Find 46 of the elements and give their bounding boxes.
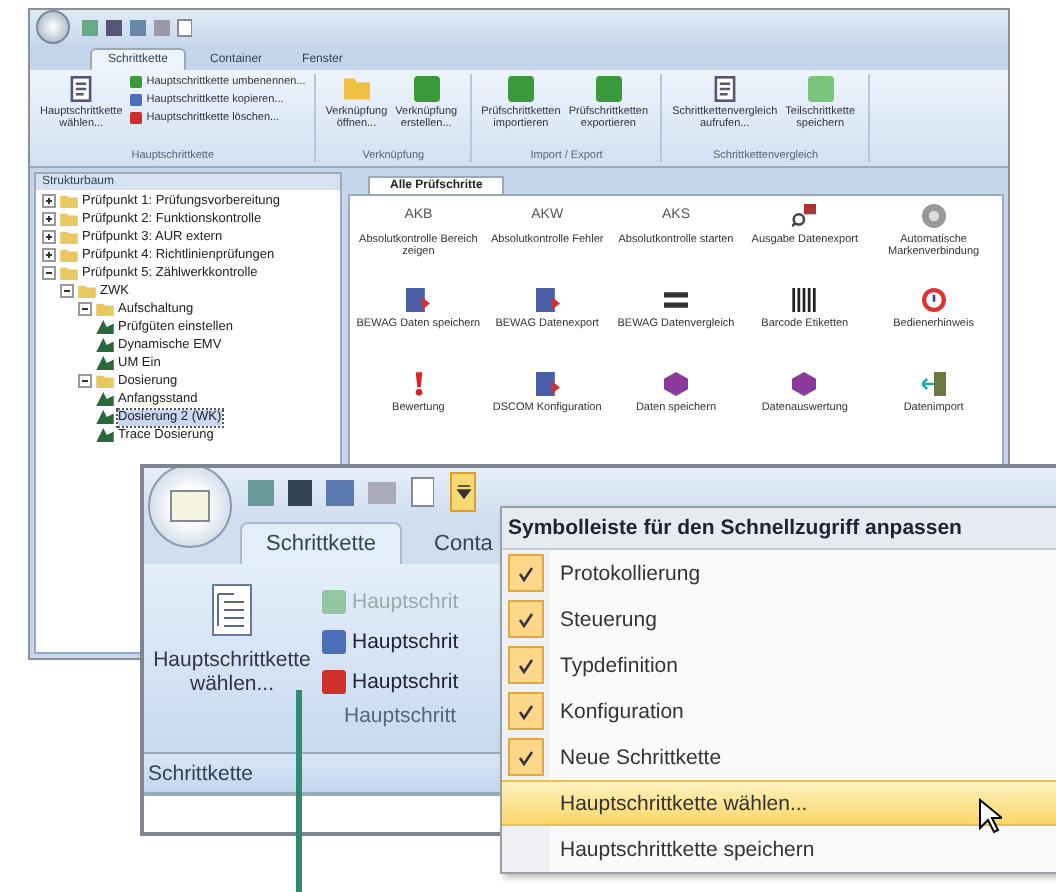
expand-icon[interactable] xyxy=(42,248,56,262)
quick-access-toolbar-icon[interactable] xyxy=(248,476,434,508)
ribbon-icon xyxy=(68,76,95,102)
mouse-cursor-icon xyxy=(978,798,1002,834)
collapse-icon[interactable] xyxy=(60,284,74,298)
step-icon xyxy=(406,288,431,312)
ribbon-icon xyxy=(343,76,370,102)
caret-icon xyxy=(455,484,471,500)
document-list-icon xyxy=(212,584,252,636)
collapse-icon[interactable] xyxy=(78,302,92,316)
step-icon xyxy=(663,372,688,396)
collapse-icon[interactable] xyxy=(42,266,56,280)
quick-access-toolbar-icon[interactable] xyxy=(82,17,192,37)
step-icon xyxy=(663,288,688,312)
ribbon-icon xyxy=(711,76,738,102)
step-icon xyxy=(535,288,560,312)
expand-icon[interactable] xyxy=(42,230,56,244)
expand-icon[interactable] xyxy=(42,194,56,208)
expand-icon[interactable] xyxy=(42,212,56,226)
collapse-icon[interactable] xyxy=(78,374,92,388)
app-menu-button[interactable] xyxy=(36,10,70,44)
ribbon-icon xyxy=(322,590,346,614)
menu-item[interactable]: Hauptschrittkette wählen... xyxy=(502,780,1056,826)
app-menu-button[interactable] xyxy=(148,468,232,548)
ribbon-icon xyxy=(322,630,346,654)
ribbon-icon xyxy=(807,76,834,102)
folder-icon xyxy=(96,374,114,388)
step-icon xyxy=(921,372,946,396)
ribbon-icon xyxy=(322,670,346,694)
ribbon-button[interactable]: Hauptschrit xyxy=(320,624,461,660)
group-label: Hauptschritt xyxy=(342,704,459,728)
ribbon-button[interactable]: Hauptschrittkette wählen... xyxy=(152,568,312,708)
ribbon-icon xyxy=(595,76,622,102)
menu-title: Symbolleiste für den Schnellzugriff anpassen xyxy=(502,508,1056,550)
ribbon-tab[interactable]: Schrittkette xyxy=(240,522,403,564)
step-icon xyxy=(792,372,817,396)
step-icon xyxy=(792,288,817,312)
ribbon-icon xyxy=(507,76,534,102)
step-icon xyxy=(921,204,946,228)
exclamation-icon xyxy=(413,372,424,396)
step-icon xyxy=(792,204,817,228)
customize-dropdown-button[interactable] xyxy=(450,472,476,512)
ribbon-button[interactable]: Hauptschrit xyxy=(320,664,461,700)
step-icon xyxy=(921,288,946,312)
ribbon-icon xyxy=(413,76,440,102)
step-icon xyxy=(535,372,560,396)
